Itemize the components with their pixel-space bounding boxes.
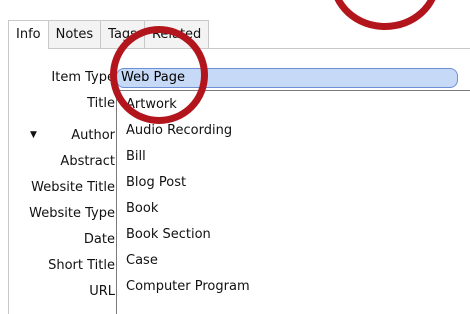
abstract-label: Abstract [60,154,115,169]
item-pane: Info Notes Tags Related Item Type Title … [0,0,470,314]
author-label[interactable]: Author [71,128,115,143]
dropdown-option[interactable]: Book [126,201,158,216]
item-type-dropdown: Artwork Audio Recording Bill Blog Post B… [116,90,470,314]
dropdown-option[interactable]: Blog Post [126,175,186,190]
tab-notes[interactable]: Notes [47,20,102,48]
dropdown-option[interactable]: Audio Recording [126,123,232,138]
item-type-label: Item Type [51,70,115,85]
tab-bar: Info Notes Tags Related [8,20,210,49]
title-label: Title [87,96,115,111]
short-title-label: Short Title [48,258,115,273]
item-type-select[interactable]: Web Page [116,68,458,88]
item-type-value: Web Page [121,70,185,85]
dropdown-option[interactable]: Computer Program [126,279,250,294]
tab-info[interactable]: Info [8,20,49,49]
website-type-label: Website Type [29,206,115,221]
dropdown-option[interactable]: Artwork [126,97,177,112]
tab-related[interactable]: Related [143,20,210,48]
dropdown-option[interactable]: Bill [126,149,146,164]
date-label: Date [83,232,115,247]
dropdown-option[interactable]: Book Section [126,227,211,242]
annotation-circle-top [330,0,440,30]
triangle-down-icon[interactable]: ▼ [30,130,37,140]
url-label: URL [89,284,115,299]
tab-tags[interactable]: Tags [100,20,145,48]
dropdown-option[interactable]: Case [126,253,158,268]
website-title-label: Website Title [31,180,115,195]
